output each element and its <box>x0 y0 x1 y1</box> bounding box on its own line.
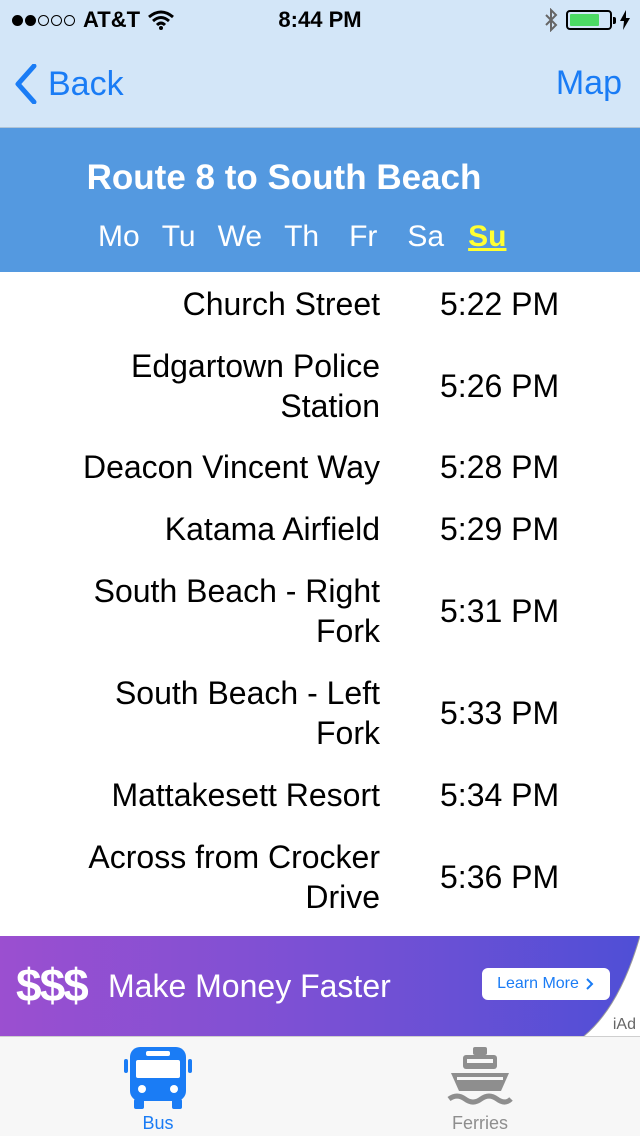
ad-banner[interactable]: $$$ Make Money Faster Learn More iAd <box>0 936 640 1036</box>
day-tu[interactable]: Tu <box>162 220 196 254</box>
iad-badge: iAd <box>612 1016 636 1033</box>
stop-name: Church Street <box>182 286 380 322</box>
stop-time: 5:36 PM <box>440 859 560 895</box>
ferry-icon <box>447 1047 513 1105</box>
back-button[interactable]: Back <box>14 64 124 104</box>
stop-name: Across from Crocker Drive <box>88 839 380 915</box>
stop-name: South Beach - Right Fork <box>93 573 380 649</box>
ad-headline: Make Money Faster <box>108 968 391 1004</box>
schedule-list: Church Street 5:22 PM Edgartown Police S… <box>0 272 640 928</box>
day-selector: Mo Tu We Th Fr Sa Su <box>98 220 506 254</box>
map-button[interactable]: Map <box>556 64 622 103</box>
schedule-row: Mattakesett Resort 5:34 PM <box>0 764 640 826</box>
day-th[interactable]: Th <box>284 220 319 254</box>
status-bar: AT&T 8:44 PM <box>0 0 640 40</box>
schedule-row: Church Street 5:22 PM <box>0 272 640 336</box>
stop-name: Katama Airfield <box>164 511 380 547</box>
bus-icon <box>124 1047 192 1109</box>
ad-dollars-text: $$$ <box>16 959 89 1011</box>
day-fr[interactable]: Fr <box>349 220 377 254</box>
stop-time: 5:34 PM <box>440 777 560 813</box>
schedule-row: Across from Crocker Drive 5:36 PM <box>0 826 640 928</box>
schedule-row: Katama Airfield 5:29 PM <box>0 498 640 560</box>
navigation-bar: Back Map <box>0 40 640 128</box>
battery-level <box>570 14 599 26</box>
schedule-row: South Beach - Right Fork 5:31 PM <box>0 560 640 662</box>
stop-time: 5:26 PM <box>440 368 560 404</box>
stop-time: 5:33 PM <box>440 695 560 731</box>
stop-name: Deacon Vincent Way <box>82 449 380 485</box>
route-title: Route 8 to South Beach <box>86 158 482 197</box>
tab-bar: Bus Ferries <box>0 1036 640 1136</box>
tab-ferries[interactable]: Ferries <box>410 1045 550 1134</box>
battery-icon <box>566 10 616 30</box>
chevron-left-icon <box>15 64 37 104</box>
back-button-label: Back <box>48 64 124 103</box>
status-right <box>544 8 630 32</box>
stop-time: 5:31 PM <box>440 593 560 629</box>
stop-time: 5:22 PM <box>440 286 560 322</box>
tab-bus-label: Bus <box>142 1113 174 1133</box>
chevron-right-icon <box>586 978 594 990</box>
stop-time: 5:28 PM <box>440 449 560 485</box>
learn-more-label: Learn More <box>497 975 579 992</box>
route-header: Route 8 to South Beach Mo Tu We Th Fr Sa… <box>0 128 640 272</box>
day-su[interactable]: Su <box>468 220 506 254</box>
bluetooth-icon <box>545 8 558 32</box>
schedule-row: Deacon Vincent Way 5:28 PM <box>0 436 640 498</box>
stop-name: South Beach - Left Fork <box>114 675 380 751</box>
stop-name: Mattakesett Resort <box>111 777 380 813</box>
day-mo[interactable]: Mo <box>98 220 140 254</box>
learn-more-button[interactable]: Learn More <box>482 968 610 1000</box>
tab-bus[interactable]: Bus <box>88 1045 228 1134</box>
tab-ferries-label: Ferries <box>451 1113 508 1133</box>
schedule-row: Edgartown Police Station 5:26 PM <box>0 336 640 436</box>
day-sa[interactable]: Sa <box>407 220 444 254</box>
stop-time: 5:29 PM <box>440 511 560 547</box>
stop-name: Edgartown Police Station <box>130 348 380 424</box>
charging-icon <box>620 10 630 30</box>
day-we[interactable]: We <box>218 220 262 254</box>
schedule-row: South Beach - Left Fork 5:33 PM <box>0 662 640 764</box>
